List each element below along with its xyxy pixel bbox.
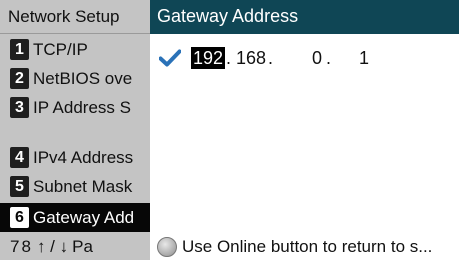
menu-panel: Network Setup 1 TCP/IP 2 NetBIOS ove 3 I… xyxy=(0,0,150,260)
menu-number-badge: 1 xyxy=(10,39,29,60)
checkmark-icon xyxy=(159,49,181,67)
menu-number-badge: 6 xyxy=(10,207,29,228)
online-button-icon xyxy=(157,236,177,257)
ip-address-field[interactable]: 192 . 168 . 0 . 1 xyxy=(150,44,459,72)
menu-number-badge: 5 xyxy=(10,176,29,197)
status-bar: Use Online button to return to s... xyxy=(150,233,459,260)
page-arrows-icon: ↑ / ↓ xyxy=(36,236,69,256)
menu-item-label: TCP/IP xyxy=(33,39,88,59)
menu-number-badge: 4 xyxy=(10,147,29,168)
menu-item-gateway-address[interactable]: 6 Gateway Add xyxy=(0,203,150,232)
page-title: Gateway Address xyxy=(150,0,459,34)
ip-octet-4[interactable]: 1 xyxy=(359,47,369,69)
menu-item-subnet-mask[interactable]: 5 Subnet Mask xyxy=(0,172,150,201)
menu-item-netbios[interactable]: 2 NetBIOS ove xyxy=(0,64,150,93)
menu-item-label: Subnet Mask xyxy=(33,176,133,196)
menu-item-ip-address-setting[interactable]: 3 IP Address S xyxy=(0,93,150,122)
menu-item-ipv4-address[interactable]: 4 IPv4 Address xyxy=(0,143,150,172)
menu-item-label: IP Address S xyxy=(33,97,131,117)
ip-octet-1[interactable]: 192 xyxy=(191,47,226,69)
menu-footer: 7 8 ↑ / ↓ Pa xyxy=(0,233,150,260)
page-hint-label: Pa xyxy=(72,236,93,256)
page-key-8[interactable]: 8 xyxy=(21,237,30,257)
ip-octet-3[interactable]: 0 xyxy=(312,47,322,69)
menu-item-label: Gateway Add xyxy=(33,207,135,227)
page-key-7[interactable]: 7 xyxy=(10,237,19,257)
menu-item-label: NetBIOS ove xyxy=(33,68,133,88)
ip-separator: . xyxy=(326,48,332,68)
ip-octet-2[interactable]: 168 xyxy=(236,47,266,69)
menu-number-badge: 3 xyxy=(10,97,29,118)
menu-item-label: IPv4 Address xyxy=(33,147,134,167)
menu-title: Network Setup xyxy=(0,0,150,34)
menu-item-tcpip[interactable]: 1 TCP/IP xyxy=(0,35,150,64)
ip-separator: . xyxy=(226,48,232,68)
status-text: Use Online button to return to s... xyxy=(182,236,433,256)
menu-number-badge: 2 xyxy=(10,68,29,89)
ip-separator: . xyxy=(268,48,274,68)
